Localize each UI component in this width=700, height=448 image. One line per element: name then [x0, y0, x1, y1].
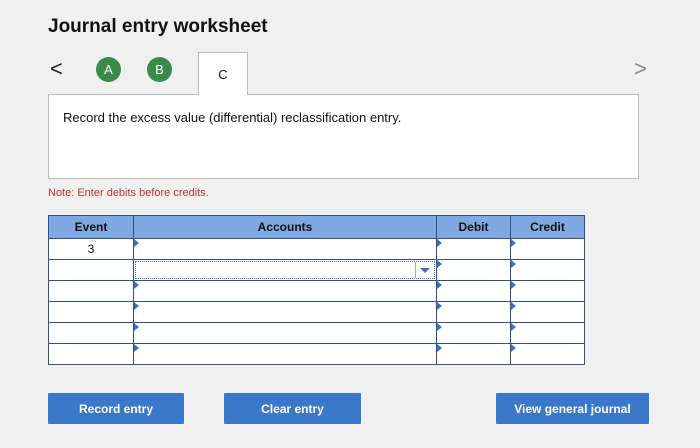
marker-icon: [511, 239, 516, 247]
account-dropdown[interactable]: [133, 259, 437, 281]
prompt-text: Record the excess value (differential) r…: [63, 110, 402, 125]
table-row: [48, 280, 585, 302]
tab-b[interactable]: B: [147, 57, 172, 82]
account-input[interactable]: [133, 343, 437, 365]
marker-icon: [511, 302, 516, 310]
marker-icon: [437, 260, 442, 268]
marker-icon: [134, 344, 139, 352]
credit-input[interactable]: [510, 259, 585, 281]
account-input[interactable]: [133, 238, 437, 260]
table-row: [48, 343, 585, 365]
header-credit: Credit: [510, 215, 585, 239]
table-row: [48, 259, 585, 281]
debit-input[interactable]: [436, 280, 511, 302]
debit-input[interactable]: [436, 259, 511, 281]
marker-icon: [134, 323, 139, 331]
dropdown-arrow-icon[interactable]: [415, 262, 434, 278]
marker-icon: [134, 281, 139, 289]
tab-a[interactable]: A: [96, 57, 121, 82]
page-title: Journal entry worksheet: [48, 16, 268, 37]
prompt-panel: Record the excess value (differential) r…: [48, 94, 639, 179]
clear-entry-button[interactable]: Clear entry: [224, 393, 361, 424]
table-row: [48, 301, 585, 323]
header-debit: Debit: [436, 215, 511, 239]
marker-icon: [437, 281, 442, 289]
prev-arrow-icon[interactable]: <: [50, 58, 63, 80]
event-cell: [48, 343, 134, 365]
event-cell: [48, 259, 134, 281]
view-general-journal-button[interactable]: View general journal: [496, 393, 649, 424]
table-row: 3: [48, 238, 585, 260]
marker-icon: [134, 302, 139, 310]
marker-icon: [437, 323, 442, 331]
debit-input[interactable]: [436, 238, 511, 260]
event-cell: [48, 322, 134, 344]
event-cell: [48, 280, 134, 302]
event-cell: 3: [48, 238, 134, 260]
record-entry-button[interactable]: Record entry: [48, 393, 184, 424]
account-input[interactable]: [133, 301, 437, 323]
marker-icon: [511, 260, 516, 268]
debit-input[interactable]: [436, 301, 511, 323]
marker-icon: [437, 239, 442, 247]
note-text: Note: Enter debits before credits.: [48, 187, 209, 199]
account-select[interactable]: [135, 261, 435, 279]
credit-input[interactable]: [510, 322, 585, 344]
marker-icon: [511, 344, 516, 352]
account-input[interactable]: [133, 280, 437, 302]
credit-input[interactable]: [510, 280, 585, 302]
marker-icon: [511, 323, 516, 331]
tab-c[interactable]: C: [198, 52, 248, 95]
credit-input[interactable]: [510, 301, 585, 323]
debit-input[interactable]: [436, 322, 511, 344]
next-arrow-icon[interactable]: >: [634, 58, 647, 80]
marker-icon: [511, 281, 516, 289]
debit-input[interactable]: [436, 343, 511, 365]
table-row: [48, 322, 585, 344]
header-event: Event: [48, 215, 134, 239]
journal-table: Event Accounts Debit Credit 3: [48, 215, 585, 365]
marker-icon: [134, 239, 139, 247]
marker-icon: [437, 302, 442, 310]
header-accounts: Accounts: [133, 215, 437, 239]
marker-icon: [437, 344, 442, 352]
credit-input[interactable]: [510, 343, 585, 365]
event-cell: [48, 301, 134, 323]
credit-input[interactable]: [510, 238, 585, 260]
account-input[interactable]: [133, 322, 437, 344]
